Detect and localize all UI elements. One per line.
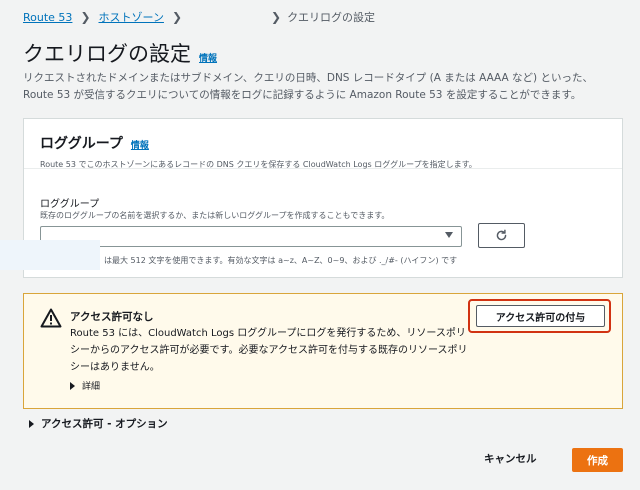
warning-body: Route 53 には、CloudWatch Logs ロググループにログを発行… bbox=[70, 328, 468, 373]
create-button[interactable]: 作成 bbox=[572, 448, 623, 472]
log-group-info-link[interactable]: 情報 bbox=[131, 138, 149, 151]
refresh-button[interactable] bbox=[478, 223, 525, 248]
log-group-title-row: ロググループ 情報 bbox=[40, 133, 606, 153]
grant-permission-button[interactable]: アクセス許可の付与 bbox=[476, 305, 605, 327]
caret-down-icon bbox=[445, 232, 453, 238]
breadcrumb-current: ❯ クエリログの設定 bbox=[271, 9, 375, 25]
log-group-panel-header: ロググループ 情報 Route 53 でこのホストゾーンにあるレコードの DNS… bbox=[24, 119, 622, 169]
cancel-button[interactable]: キャンセル bbox=[484, 451, 537, 466]
log-group-field-label: ロググループ bbox=[40, 199, 100, 210]
access-permission-label: アクセス許可 - オプション bbox=[41, 418, 168, 430]
chevron-right-icon: ❯ bbox=[171, 10, 183, 24]
warning-icon bbox=[40, 308, 62, 328]
log-group-title: ロググループ bbox=[40, 136, 123, 152]
highlight-overlay bbox=[0, 240, 100, 270]
grant-button-highlight: アクセス許可の付与 bbox=[468, 299, 611, 333]
log-group-field-description: 既存のロググループの名前を選択するか、または新しいロググループを作成することもで… bbox=[40, 211, 390, 220]
log-group-panel: ロググループ 情報 Route 53 でこのホストゾーンにあるレコードの DNS… bbox=[23, 118, 623, 278]
refresh-icon bbox=[496, 229, 507, 241]
triangle-right-icon bbox=[29, 419, 34, 428]
page-title: クエリログの設定 bbox=[23, 42, 191, 66]
page-description: リクエストされたドメインまたはサブドメイン、クエリの日時、DNS レコードタイプ… bbox=[23, 72, 593, 101]
log-group-select[interactable] bbox=[40, 226, 462, 247]
breadcrumb-hosted-zones[interactable]: ホストゾーン bbox=[99, 9, 164, 25]
chevron-right-icon: ❯ bbox=[80, 10, 91, 24]
warning-details-toggle[interactable]: 詳細 bbox=[70, 379, 100, 392]
warning-details-label: 詳細 bbox=[82, 382, 101, 392]
access-permission-expander[interactable]: アクセス許可 - オプション bbox=[29, 416, 168, 431]
log-group-description: Route 53 でこのホストゾーンにあるレコードの DNS クエリを保存する … bbox=[40, 160, 477, 169]
page-header: クエリログの設定 情報 bbox=[23, 38, 217, 68]
breadcrumb-current-label: クエリログの設定 bbox=[287, 11, 376, 24]
triangle-right-icon bbox=[70, 381, 75, 390]
chevron-right-icon: ❯ bbox=[271, 10, 282, 24]
permission-warning-alert: アクセス許可なし Route 53 には、CloudWatch Logs ロググ… bbox=[23, 293, 623, 409]
breadcrumb: Route 53 ❯ ホストゾーン ❯ ❯ クエリログの設定 bbox=[23, 9, 375, 25]
log-group-constraint-text: は最大 512 文字を使用できます。有効な文字は a~z、A~Z、0~9、および… bbox=[104, 256, 458, 265]
breadcrumb-route53[interactable]: Route 53 bbox=[23, 11, 72, 24]
warning-title: アクセス許可なし bbox=[70, 311, 154, 323]
info-link[interactable]: 情報 bbox=[199, 51, 217, 64]
